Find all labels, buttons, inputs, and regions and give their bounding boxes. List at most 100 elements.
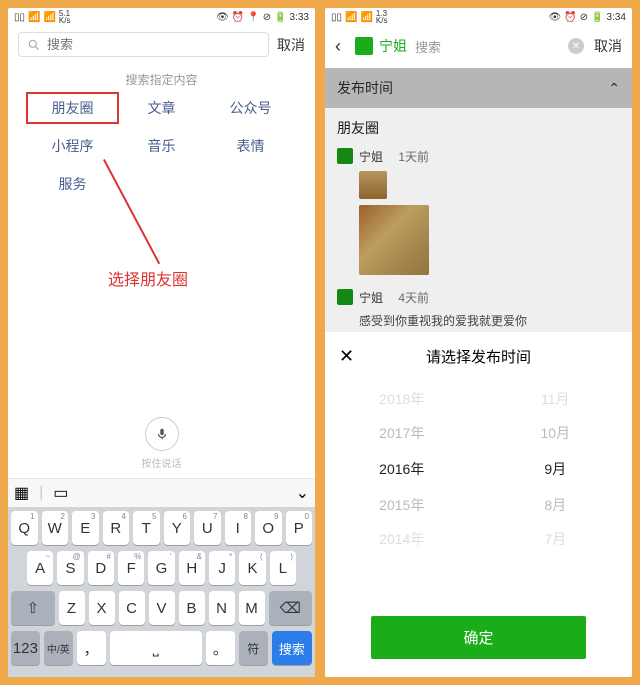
search-bar: ‹ 宁姐 搜索 ✕ 取消 [325,26,632,68]
key-U[interactable]: U7 [194,511,221,545]
cancel-button[interactable]: 取消 [594,36,622,56]
section-title: 朋友圈 [325,108,632,144]
back-button[interactable]: ‹ [335,36,345,57]
key-Z[interactable]: Z [59,591,85,625]
key-F[interactable]: F% [118,551,144,585]
key-J[interactable]: J* [209,551,235,585]
search-icon [27,38,41,52]
key-T[interactable]: T5 [133,511,160,545]
filter-header[interactable]: 发布时间 ⌃ [325,68,632,108]
key-Q[interactable]: Q1 [11,511,38,545]
post-item[interactable]: 宁姐 1天前 [325,144,632,171]
key-I[interactable]: I8 [225,511,252,545]
search-input[interactable]: 搜索 [415,37,441,56]
status-bar: ▯▯ 📶 📶 1.3K/s 👁 ⏰ ⊘ 🔋 3:34 [325,8,632,26]
post-image[interactable] [359,205,429,275]
category-moments[interactable]: 朋友圈 [26,92,119,124]
sim-icon: ▯▯ [331,12,342,23]
period-key[interactable]: 。 [206,631,235,665]
post-item[interactable]: 宁姐 4天前 [325,285,632,312]
sim-icon: ▯▯ [14,12,25,23]
key-H[interactable]: H& [179,551,205,585]
avatar [337,289,353,305]
selected-month: 9月 [479,459,633,479]
clear-icon[interactable]: ✕ [568,38,584,54]
date-wheel[interactable]: 2018年 2017年 2016年 2015年 2014年 11月 10月 9月… [325,381,632,616]
key-C[interactable]: C [119,591,145,625]
key-L[interactable]: L) [270,551,296,585]
key-B[interactable]: B [179,591,205,625]
backspace-key[interactable]: ⌫ [269,591,313,625]
date-sheet: ✕ 请选择发布时间 2018年 2017年 2016年 2015年 2014年 … [325,332,632,677]
symbol-key[interactable]: 符 [239,631,268,665]
key-G[interactable]: G' [148,551,174,585]
signal-icon: 📶 [28,12,40,23]
mic-hint: 按住说话 [8,455,315,470]
collapse-keyboard-icon[interactable]: ⌄ [296,483,309,503]
post-thumb [359,171,387,199]
post-author: 宁姐 [359,289,383,306]
voice-area: 按住说话 [8,409,315,478]
shift-key[interactable]: ⇧ [11,591,55,625]
key-Y[interactable]: Y6 [164,511,191,545]
lang-key[interactable]: 中/英 [44,631,73,665]
key-R[interactable]: R4 [103,511,130,545]
eye-icon: 👁 [549,12,562,23]
search-input[interactable] [47,37,260,52]
post-time: 1天前 [398,148,429,165]
search-key[interactable]: 搜索 [272,631,312,665]
key-O[interactable]: O9 [255,511,282,545]
num-key[interactable]: 123 [11,631,40,665]
mic-button[interactable] [145,417,179,451]
status-bar: ▯▯ 📶 📶 5.1K/s 👁 ⏰ 📍 ⊘ 🔋 3:33 [8,8,315,26]
clock-time: 3:33 [290,12,309,23]
key-W[interactable]: W2 [42,511,69,545]
categories-header: 搜索指定内容 [8,71,315,88]
clock-time: 3:34 [607,12,626,23]
category-services[interactable]: 服务 [28,174,117,194]
keyboard: Q1W2E3R4T5Y6U7I8O9P0 A~S@D#F%G'H&J*K(L) … [8,507,315,677]
chevron-up-icon: ⌃ [608,80,620,97]
search-field[interactable] [18,32,269,57]
category-miniprogram[interactable]: 小程序 [28,136,117,156]
clipboard-icon[interactable]: ▭ [53,483,68,503]
signal-icon: 📶 [345,12,357,23]
dnd-icon: ⊘ [580,12,588,23]
category-music[interactable]: 音乐 [117,136,206,156]
phone-right: ▯▯ 📶 📶 1.3K/s 👁 ⏰ ⊘ 🔋 3:34 ‹ 宁姐 搜索 ✕ 取消 … [325,8,632,677]
comma-key[interactable]: ， [77,631,106,665]
key-N[interactable]: N [209,591,235,625]
key-M[interactable]: M [239,591,265,625]
search-field[interactable]: 宁姐 搜索 ✕ [353,32,586,60]
key-P[interactable]: P0 [286,511,313,545]
context-name: 宁姐 [379,36,407,56]
key-A[interactable]: A~ [27,551,53,585]
dnd-icon: ⊘ [263,12,271,23]
keyboard-toolbar: ▦ | ▭ ⌄ [8,478,315,507]
category-articles[interactable]: 文章 [117,98,206,118]
category-stickers[interactable]: 表情 [206,136,295,156]
key-X[interactable]: X [89,591,115,625]
cancel-button[interactable]: 取消 [277,35,305,55]
key-V[interactable]: V [149,591,175,625]
confirm-button[interactable]: 确定 [371,616,586,659]
space-key[interactable]: ⎵ [110,631,202,665]
key-E[interactable]: E3 [72,511,99,545]
annotation-label: 选择朋友圈 [108,266,188,290]
close-icon[interactable]: ✕ [339,346,354,367]
post-preview: 感受到你重视我的爱我就更爱你 [325,312,632,329]
phone-left: ▯▯ 📶 📶 5.1K/s 👁 ⏰ 📍 ⊘ 🔋 3:33 取消 搜索指定内容 朋… [8,8,315,677]
year-column[interactable]: 2018年 2017年 2016年 2015年 2014年 [325,381,479,616]
key-K[interactable]: K( [239,551,265,585]
search-bar: 取消 [8,26,315,65]
month-column[interactable]: 11月 10月 9月 8月 7月 [479,381,633,616]
battery-icon: 🔋 [591,12,603,23]
key-S[interactable]: S@ [57,551,83,585]
grid-icon[interactable]: ▦ [14,483,29,503]
categories-grid: 朋友圈 文章 公众号 小程序 音乐 表情 服务 [8,98,315,194]
alarm-icon: ⏰ [232,12,244,23]
avatar [337,148,353,164]
key-D[interactable]: D# [88,551,114,585]
signal-icon-2: 📶 [43,12,55,23]
category-official[interactable]: 公众号 [206,98,295,118]
